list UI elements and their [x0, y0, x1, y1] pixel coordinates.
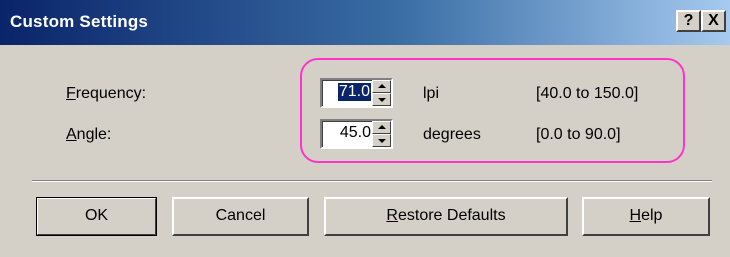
cancel-button[interactable]: Cancel: [172, 197, 309, 236]
frequency-label-text: requency:: [75, 85, 147, 102]
custom-settings-dialog: Custom Settings ? X Frequency: 71.0 lpi …: [0, 0, 730, 257]
title-bar[interactable]: Custom Settings ? X: [0, 0, 730, 45]
frequency-label-mnemonic: F: [66, 85, 76, 102]
window-title: Custom Settings: [10, 12, 149, 31]
restore-label: estore Defaults: [397, 207, 506, 224]
title-close-button[interactable]: X: [701, 10, 726, 32]
restore-defaults-button[interactable]: Restore Defaults: [324, 197, 568, 236]
ok-button[interactable]: OK: [36, 197, 157, 236]
highlight-annotation: [300, 58, 685, 163]
frequency-label: Frequency:: [66, 85, 146, 103]
restore-mnemonic: R: [386, 207, 398, 224]
help-label: elp: [641, 207, 663, 224]
angle-label-text: ngle:: [76, 126, 112, 143]
title-help-button[interactable]: ?: [676, 10, 701, 32]
angle-label-mnemonic: A: [66, 126, 77, 143]
help-mnemonic: H: [629, 207, 642, 224]
help-button[interactable]: Help: [582, 197, 710, 236]
separator: [32, 180, 712, 182]
angle-label: Angle:: [66, 126, 111, 144]
